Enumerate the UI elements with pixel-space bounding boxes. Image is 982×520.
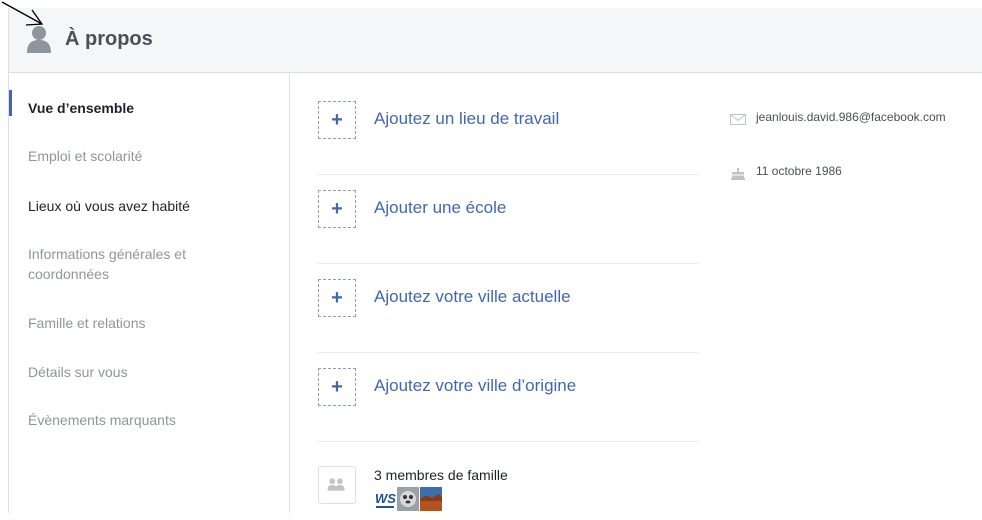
add-hometown-link[interactable]: Ajoutez votre ville d’origine	[374, 376, 576, 396]
add-current-city-link[interactable]: Ajoutez votre ville actuelle	[374, 287, 571, 307]
birthday-text: 11 octobre 1986	[756, 164, 842, 178]
add-hometown-row[interactable]: + Ajoutez votre ville d’origine	[318, 352, 698, 442]
overview-main: + Ajoutez un lieu de travail + Ajouter u…	[290, 73, 710, 513]
about-sidebar: Vue d’ensemble Emploi et scolarité Lieux…	[9, 73, 290, 513]
plus-icon[interactable]: +	[318, 101, 356, 139]
cursor-arrow-icon	[1, 1, 44, 26]
sidebar-item-places-lived[interactable]: Lieux où vous avez habité	[28, 196, 268, 216]
mail-icon	[730, 114, 746, 125]
sidebar-item-details-about-you[interactable]: Détails sur vous	[28, 362, 268, 382]
family-icon	[318, 466, 356, 504]
sidebar-item-contact-basic-info[interactable]: Informations générales et coordonnées	[28, 244, 238, 284]
active-indicator	[9, 90, 12, 116]
svg-text:WS: WS	[375, 491, 396, 506]
add-school-row[interactable]: + Ajouter une école	[318, 174, 698, 264]
add-current-city-row[interactable]: + Ajoutez votre ville actuelle	[318, 263, 698, 353]
plus-icon[interactable]: +	[318, 190, 356, 228]
sidebar-item-life-events[interactable]: Évènements marquants	[28, 410, 268, 430]
add-workplace-row[interactable]: + Ajoutez un lieu de travail	[318, 85, 698, 175]
plus-icon[interactable]: +	[318, 279, 356, 317]
add-school-link[interactable]: Ajouter une école	[374, 198, 506, 218]
about-header: À propos	[9, 8, 982, 73]
sidebar-item-work-education[interactable]: Emploi et scolarité	[28, 146, 268, 166]
cake-icon	[731, 168, 745, 180]
contact-summary: jeanlouis.david.986@facebook.com 11 octo…	[730, 73, 980, 513]
family-member-avatar[interactable]: WS	[374, 487, 396, 511]
family-member-avatar[interactable]	[397, 487, 419, 511]
sidebar-item-overview[interactable]: Vue d’ensemble	[28, 98, 268, 118]
page-title: À propos	[65, 28, 153, 50]
email-text[interactable]: jeanlouis.david.986@facebook.com	[756, 109, 966, 126]
family-members-row: 3 membres de famille WS	[318, 460, 698, 520]
plus-icon[interactable]: +	[318, 368, 356, 406]
sidebar-item-family-relationships[interactable]: Famille et relations	[28, 313, 268, 333]
family-member-avatar[interactable]	[420, 487, 442, 511]
family-members-label[interactable]: 3 membres de famille	[374, 467, 508, 483]
add-workplace-link[interactable]: Ajoutez un lieu de travail	[374, 109, 559, 129]
